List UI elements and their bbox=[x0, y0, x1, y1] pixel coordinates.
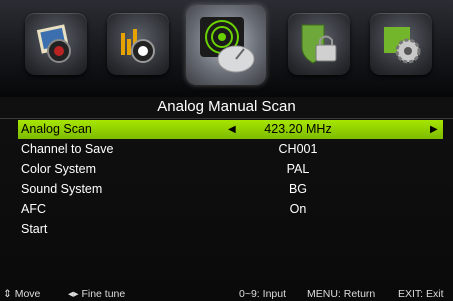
row-value: CH001 bbox=[278, 142, 318, 156]
row-label: Start bbox=[21, 222, 48, 236]
hint-input: 0~9: Input bbox=[239, 288, 286, 300]
tab-picture[interactable] bbox=[25, 13, 87, 75]
key-hint-bar: ⇕ Move ◂▸ Fine tune 0~9: Input MENU: Ret… bbox=[0, 287, 453, 301]
row-label: Sound System bbox=[21, 182, 103, 196]
row-channel-to-save[interactable]: Channel to Save CH001 bbox=[18, 140, 443, 159]
tab-setup[interactable] bbox=[370, 13, 432, 75]
page-title: Analog Manual Scan bbox=[157, 98, 296, 115]
picture-icon bbox=[36, 24, 71, 63]
hint-fine-tune: ◂▸ Fine tune bbox=[68, 288, 126, 300]
arrow-right-icon[interactable]: ▶ bbox=[430, 120, 438, 139]
row-analog-scan[interactable]: Analog Scan ◀ 423.20 MHz ▶ bbox=[18, 120, 443, 139]
row-label: Analog Scan bbox=[21, 122, 92, 136]
hint-menu-return: MENU: Return bbox=[307, 288, 376, 300]
row-afc[interactable]: AFC On bbox=[18, 200, 443, 219]
tab-lock[interactable] bbox=[288, 13, 350, 75]
row-color-system[interactable]: Color System PAL bbox=[18, 160, 443, 179]
row-value: BG bbox=[288, 182, 308, 196]
row-value: On bbox=[289, 202, 307, 216]
lock-icon bbox=[301, 24, 337, 64]
tab-sound[interactable] bbox=[107, 13, 169, 75]
hint-move: ⇕ Move bbox=[3, 288, 41, 300]
row-label: Color System bbox=[21, 162, 97, 176]
tab-channel[interactable] bbox=[186, 5, 266, 85]
divider bbox=[0, 118, 453, 119]
sound-icon bbox=[121, 29, 155, 63]
row-label: Channel to Save bbox=[21, 142, 114, 156]
channel-icon bbox=[200, 17, 255, 73]
scan-panel: Analog Manual Scan Analog Scan ◀ 423.20 … bbox=[0, 97, 453, 301]
row-value: PAL bbox=[286, 162, 310, 176]
row-label: AFC bbox=[21, 202, 46, 216]
row-value: 423.20 MHz bbox=[264, 122, 332, 136]
row-start[interactable]: Start bbox=[18, 220, 443, 239]
row-sound-system[interactable]: Sound System BG bbox=[18, 180, 443, 199]
hint-exit: EXIT: Exit bbox=[398, 288, 444, 300]
setup-icon bbox=[384, 27, 421, 64]
menu-icon-bar bbox=[0, 0, 453, 97]
